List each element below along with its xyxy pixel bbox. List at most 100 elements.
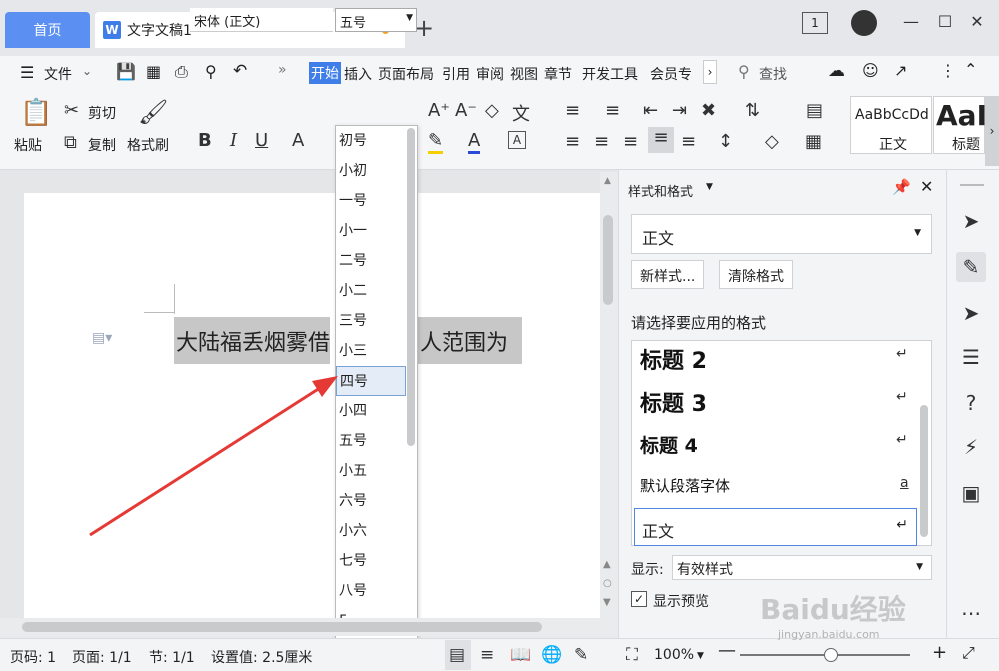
new-style-button[interactable]: 新样式... [631, 260, 705, 289]
help-icon[interactable]: ? [956, 388, 986, 418]
align-center-icon[interactable]: ≡ [594, 131, 609, 152]
char-border-icon[interactable]: A [508, 131, 526, 149]
maximize-icon[interactable]: ☐ [932, 12, 958, 31]
bullets-icon[interactable]: ≡ [565, 100, 580, 121]
style-item-heading-2[interactable]: 标题 2 [640, 343, 707, 375]
search-label[interactable]: 查找 [759, 64, 787, 84]
hamburger-menu-icon[interactable]: ☰ [20, 63, 34, 82]
more-options-icon[interactable]: ⋮ [940, 61, 956, 80]
format-painter-icon[interactable]: 🖌 [138, 98, 168, 126]
style-item-heading-4[interactable]: 标题 4 [640, 431, 698, 458]
font-size-select[interactable]: 五号 ▼ [335, 8, 417, 32]
increase-indent-icon[interactable]: ⇥ [672, 100, 687, 121]
selected-text-left[interactable]: 大陆福丢烟雾借 [174, 317, 331, 364]
reading-view-icon[interactable]: 📖 [510, 645, 531, 665]
horizontal-scroll-thumb[interactable] [22, 622, 542, 632]
font-size-option[interactable]: 小二 [336, 276, 406, 306]
font-size-option[interactable]: 小一 [336, 216, 406, 246]
avatar[interactable] [851, 10, 877, 36]
tab-page-layout[interactable]: 页面布局 [378, 64, 434, 84]
paragraph-handle-icon[interactable]: ▤▾ [92, 330, 112, 346]
tab-start[interactable]: 开始 [309, 62, 341, 84]
add-collaborator-icon[interactable]: ☺ [862, 61, 879, 80]
page-nav-icons[interactable]: ▲ ○ ▼ [603, 555, 612, 612]
tab-chapter[interactable]: 章节 [544, 64, 572, 84]
shading-icon[interactable]: ◇ [765, 131, 779, 152]
cut-button[interactable]: 剪切 [88, 103, 116, 123]
show-marks-icon[interactable]: ▤ [806, 100, 823, 121]
align-left-icon[interactable]: ≡ [565, 131, 580, 152]
setting-value[interactable]: 设置值: 2.5厘米 [211, 647, 312, 667]
vertical-scroll-thumb[interactable] [603, 215, 613, 305]
font-name-select[interactable]: 宋体 (正文) [190, 8, 333, 32]
rocket-icon[interactable]: ➤ [956, 206, 986, 236]
clear-format-button[interactable]: 清除格式 [719, 260, 793, 289]
window-counter-icon[interactable]: 1 [802, 12, 828, 34]
fullscreen-icon[interactable]: ⤢ [962, 643, 975, 663]
zoom-out-icon[interactable]: — [718, 640, 736, 661]
share-icon[interactable]: ↗ [894, 61, 907, 80]
backup-icon[interactable]: ▣ [956, 478, 986, 508]
search-icon[interactable]: ⚲ [738, 62, 750, 81]
phonetic-guide-icon[interactable]: 文 [512, 100, 530, 126]
menu-file[interactable]: 文件 [44, 64, 72, 84]
print-preview-icon[interactable]: ⚲ [205, 62, 217, 81]
close-pane-icon[interactable]: ✕ [920, 177, 933, 196]
copy-button[interactable]: 复制 [88, 135, 116, 155]
font-size-option[interactable]: 一号 [336, 186, 406, 216]
home-tab[interactable]: 首页 [5, 12, 90, 48]
distributed-icon[interactable]: ≡ [681, 131, 696, 152]
font-size-option[interactable]: 四号 [336, 366, 406, 396]
font-size-option[interactable]: 小三 [336, 336, 406, 366]
current-style-select[interactable]: 正文 ▼ [631, 214, 932, 254]
bold-icon[interactable]: B [198, 130, 212, 151]
zoom-slider-knob[interactable] [824, 648, 838, 662]
font-size-option[interactable]: 小五 [336, 456, 406, 486]
cursor-icon[interactable]: ➤ [956, 298, 986, 328]
style-list-scroll-thumb[interactable] [920, 405, 928, 537]
style-item-heading-3[interactable]: 标题 3 [640, 386, 707, 418]
grow-font-icon[interactable]: A⁺ [428, 100, 450, 121]
styles-scroll-icon[interactable]: › [985, 96, 999, 166]
tab-insert[interactable]: 插入 [344, 64, 372, 84]
styles-pane-title[interactable]: 样式和格式 [628, 181, 693, 200]
underline-icon[interactable]: U [255, 130, 268, 151]
outline-view-icon[interactable]: ≡ [480, 645, 494, 665]
font-size-option[interactable]: 五号 [336, 426, 406, 456]
font-size-option[interactable]: 六号 [336, 486, 406, 516]
paste-button[interactable]: 粘贴 [14, 135, 42, 155]
align-right-icon[interactable]: ≡ [623, 131, 638, 152]
zoom-level[interactable]: 100% [654, 647, 694, 663]
font-size-option[interactable]: 二号 [336, 246, 406, 276]
font-color-icon[interactable]: A [468, 130, 481, 154]
pen-icon[interactable]: ✎ [574, 645, 588, 665]
format-painter-button[interactable]: 格式刷 [127, 135, 169, 155]
paste-icon[interactable]: 📋 [20, 98, 52, 128]
print-icon[interactable]: ⎙ [175, 62, 188, 82]
save-icon[interactable]: 💾 [116, 62, 136, 81]
collapse-ribbon-icon[interactable]: ⌃ [964, 60, 977, 79]
style-edit-icon[interactable]: ✎ [956, 252, 986, 282]
tab-member[interactable]: 会员专 [650, 64, 692, 84]
copy-icon[interactable]: ⧉ [64, 132, 77, 153]
borders-icon[interactable]: ▦ [805, 131, 822, 152]
selected-text-right[interactable]: 人范围为 [418, 317, 522, 364]
adjust-icon[interactable]: ☰ [956, 342, 986, 372]
justify-icon[interactable]: ≡ [648, 127, 674, 153]
undo-icon[interactable]: ↶ [233, 61, 247, 81]
minimize-icon[interactable]: — [898, 12, 924, 31]
page-number[interactable]: 页码: 1 [10, 647, 56, 667]
shrink-font-icon[interactable]: A⁻ [455, 100, 477, 121]
export-icon[interactable]: ▦ [146, 62, 161, 81]
tabs-scroll-right-icon[interactable]: › [703, 60, 717, 84]
page-count[interactable]: 页面: 1/1 [72, 647, 132, 667]
more-rail-icon[interactable]: ⋯ [956, 598, 986, 628]
scroll-up-icon[interactable]: ▲ [604, 176, 611, 186]
font-size-option[interactable]: 小六 [336, 516, 406, 546]
document-page[interactable] [24, 193, 614, 618]
strikethrough-icon[interactable]: A [292, 130, 304, 151]
web-view-icon[interactable]: 🌐 [541, 645, 562, 665]
preview-checkbox[interactable]: ✓ [631, 591, 647, 607]
zoom-in-icon[interactable]: + [932, 642, 947, 663]
tab-review[interactable]: 审阅 [476, 64, 504, 84]
